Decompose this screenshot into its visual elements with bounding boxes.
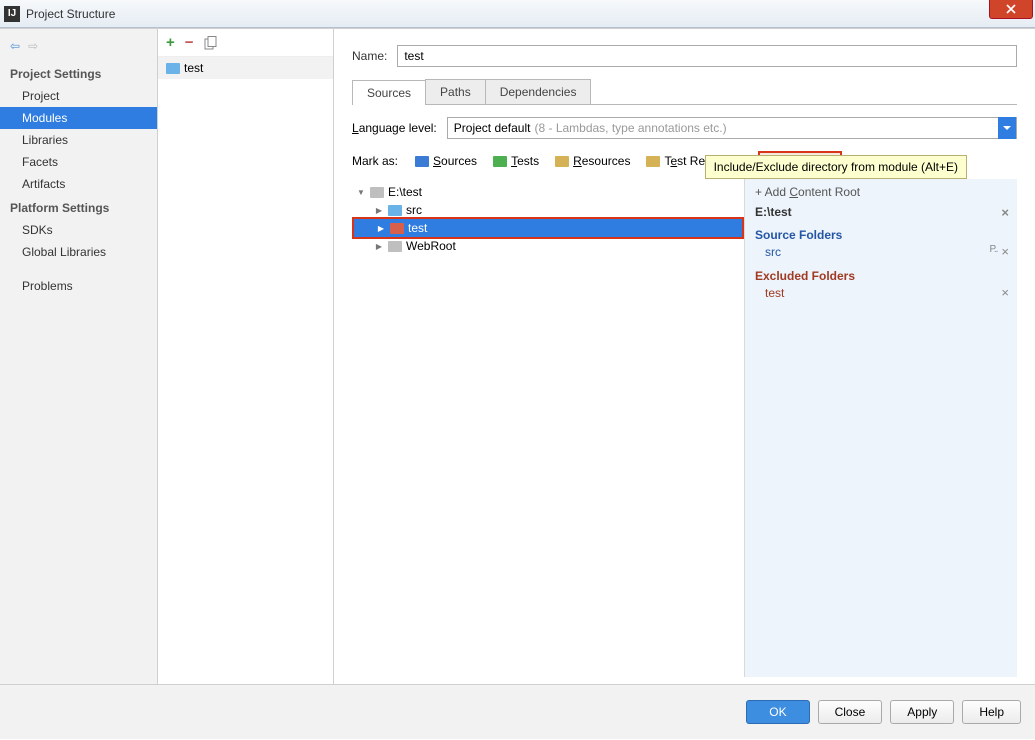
titlebar: IJ Project Structure [0,0,1035,28]
folder-icon [388,241,402,252]
lang-value: Project default [454,121,531,135]
window-title: Project Structure [26,7,115,21]
tooltip: Include/Exclude directory from module (A… [705,155,967,179]
remove-module-button[interactable]: − [185,34,194,51]
add-module-button[interactable]: + [166,34,175,51]
sidebar-item-modules[interactable]: Modules [0,107,157,129]
apply-button[interactable]: Apply [890,700,954,724]
folder-icon [415,156,429,167]
chevron-down-icon[interactable] [998,117,1016,139]
folder-group: Excluded Folderstest× [755,269,1017,302]
mark-tests-button[interactable]: Tests [488,152,544,170]
ok-button[interactable]: OK [746,700,809,724]
lang-hint: (8 - Lambdas, type annotations etc.) [534,121,726,135]
tree-row[interactable]: test [352,217,744,239]
copy-module-button[interactable] [204,36,217,50]
remove-root-icon[interactable]: × [1001,205,1009,220]
folder-icon [370,187,384,198]
name-label: Name: [352,49,387,63]
back-arrow-icon[interactable]: ⇦ [10,39,20,53]
properties-icon[interactable]: P.. [989,244,997,259]
module-toolbar: + − [158,29,333,57]
add-content-root-button[interactable]: + Add Content Root [755,185,1017,199]
detail-tabs: SourcesPathsDependencies [352,79,1017,105]
folder-group: Source FolderssrcP..× [755,228,1017,261]
mark-sources-button[interactable]: Sources [410,152,482,170]
language-level-row: Language level: Project default (8 - Lam… [352,117,1017,139]
sidebar-item-sdks[interactable]: SDKs [0,219,157,241]
language-level-select[interactable]: Project default (8 - Lambdas, type annot… [447,117,1017,139]
tab-sources[interactable]: Sources [352,80,426,105]
content-root-path: E:\test × [755,205,1017,220]
module-list-panel: + − test [158,29,334,684]
mark-resources-button[interactable]: Resources [550,152,635,170]
dialog-footer: OK Close Apply Help [0,684,1035,739]
sidebar-item-problems[interactable]: Problems [0,275,157,297]
section-platform-settings: Platform Settings [0,195,157,219]
folder-entry: test× [755,283,1017,302]
sidebar-item-artifacts[interactable]: Artifacts [0,173,157,195]
close-window-button[interactable] [989,0,1033,19]
tree-toggle-icon[interactable] [356,188,366,197]
tree-toggle-icon[interactable] [374,242,384,251]
tree-row[interactable]: E:\test [352,183,744,201]
content-split: E:\test src test WebRoot + Add Content Root… [352,179,1017,677]
nav-history: ⇦ ⇨ [0,35,157,61]
folder-icon [166,63,180,74]
folder-icon [390,223,404,234]
app-icon: IJ [4,6,20,22]
close-icon [1006,4,1016,14]
sidebar-item-facets[interactable]: Facets [0,151,157,173]
module-item[interactable]: test [158,57,333,79]
folder-icon [555,156,569,167]
sidebar-item-libraries[interactable]: Libraries [0,129,157,151]
tree-label: src [406,203,422,217]
content-roots-pane: + Add Content Root E:\test × Source Fold… [745,179,1017,677]
tree-label: test [408,221,427,235]
help-button[interactable]: Help [962,700,1021,724]
sidebar-item-global-libraries[interactable]: Global Libraries [0,241,157,263]
folder-icon [493,156,507,167]
module-detail-panel: Name: SourcesPathsDependencies Language … [334,29,1035,684]
tree-toggle-icon[interactable] [374,206,384,215]
forward-arrow-icon[interactable]: ⇨ [28,39,38,53]
folder-entry: srcP..× [755,242,1017,261]
sidebar-item-project[interactable]: Project [0,85,157,107]
name-row: Name: [352,45,1017,67]
section-project-settings: Project Settings [0,61,157,85]
tree-label: WebRoot [406,239,456,253]
folder-tree: E:\test src test WebRoot [352,179,745,677]
remove-entry-icon[interactable]: × [1001,285,1009,300]
group-title: Source Folders [755,228,1017,242]
tab-dependencies[interactable]: Dependencies [485,79,592,104]
tab-paths[interactable]: Paths [425,79,486,104]
module-name-input[interactable] [397,45,1017,67]
tree-row[interactable]: WebRoot [352,237,744,255]
language-level-label: Language level: [352,121,437,135]
left-sidebar: ⇦ ⇨ Project Settings ProjectModulesLibra… [0,29,158,684]
tree-toggle-icon[interactable] [376,224,386,233]
folder-icon [388,205,402,216]
mark-as-label: Mark as: [352,154,398,168]
tree-label: E:\test [388,185,422,199]
remove-entry-icon[interactable]: × [1001,244,1009,259]
group-title: Excluded Folders [755,269,1017,283]
main-area: ⇦ ⇨ Project Settings ProjectModulesLibra… [0,28,1035,684]
close-button[interactable]: Close [818,700,883,724]
folder-icon [646,156,660,167]
